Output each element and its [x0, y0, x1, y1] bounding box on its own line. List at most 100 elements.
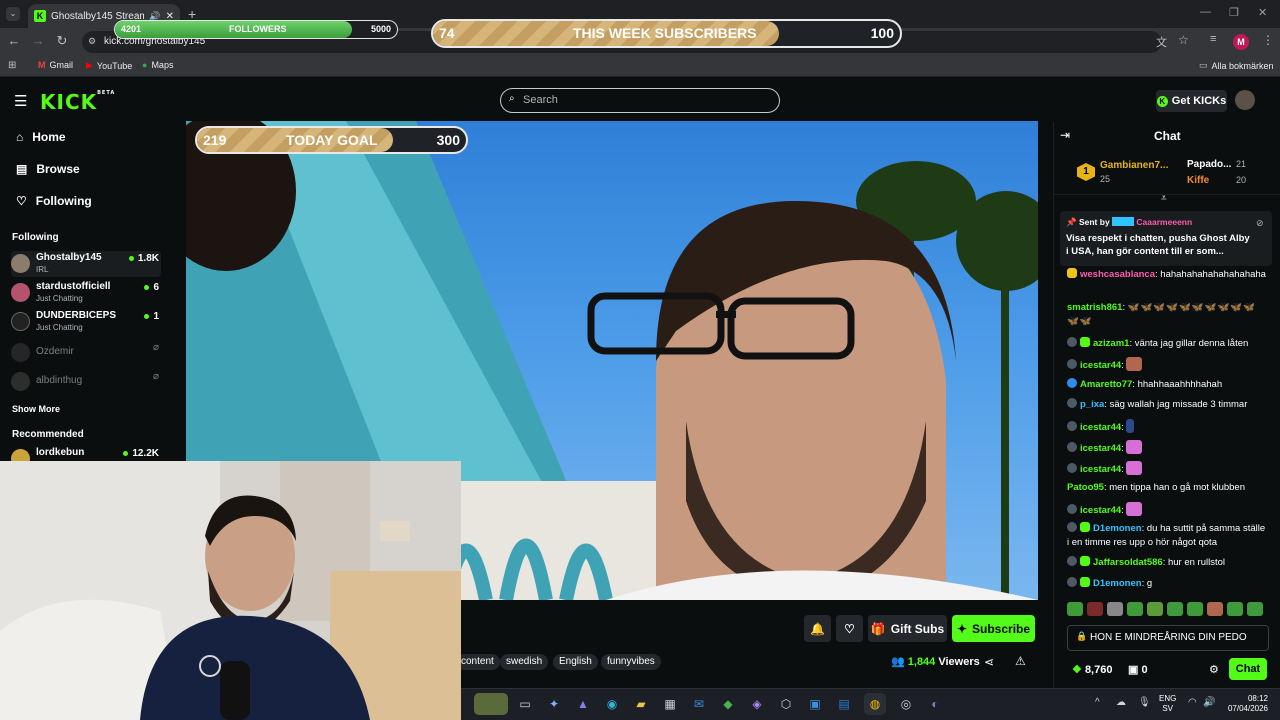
show-more-link[interactable]: Show More [12, 404, 60, 414]
edge-icon[interactable]: ◉ [601, 693, 623, 715]
language-indicator[interactable]: ENG SV [1159, 694, 1176, 714]
follow-heart-button[interactable]: ♡ [836, 615, 863, 642]
collapse-chat-icon[interactable]: ⇥ [1060, 128, 1070, 142]
wifi-icon[interactable]: ◠ [1188, 697, 1197, 708]
sidebar-home[interactable]: ⌂ Home [16, 130, 66, 144]
sidebar-browse[interactable]: ▤ Browse [16, 162, 80, 176]
avatar [11, 254, 30, 273]
kicks-icon: ❖ [1072, 664, 1082, 676]
sidebar-following[interactable]: ♡ Following [16, 194, 92, 208]
kicks-coin-icon: K [1156, 95, 1168, 107]
chat-message: D1emonen: g [1067, 577, 1267, 591]
following-channel-offline[interactable]: Ozdemir ⌀ [11, 340, 161, 366]
following-channel[interactable]: Ghostalby145 IRL 1.8K [11, 251, 161, 277]
emote [1126, 419, 1135, 433]
get-kicks-button[interactable]: K Get KICKs [1156, 90, 1227, 112]
copilot-icon[interactable]: ✦ [543, 693, 565, 715]
teams-icon[interactable]: ▲ [572, 693, 594, 715]
leader-amount: 25 [1100, 174, 1111, 184]
stream-tag[interactable]: content [455, 654, 500, 670]
avatar [11, 343, 30, 362]
star-icon: ✦ [956, 621, 968, 636]
leader-amount: 20 [1236, 175, 1247, 185]
app-icon[interactable]: ▣ [804, 693, 826, 715]
unpin-icon[interactable]: ⊘ [1256, 218, 1264, 229]
offline-icon: ⌀ [152, 342, 159, 353]
profile-avatar[interactable]: M [1233, 34, 1249, 50]
viewer-count: 👥 1,844 Viewers [891, 656, 980, 668]
bookmark-gmail[interactable]: M Gmail [38, 60, 73, 70]
viewer-count: 6 [144, 282, 159, 293]
all-bookmarks[interactable]: ▭ Alla bokmärken [1199, 60, 1274, 71]
leader-name[interactable]: Gambianen7... [1100, 160, 1168, 171]
gift-icon: 🎁 [870, 621, 886, 636]
vpn-icon[interactable]: ◆ [717, 693, 739, 715]
obs-icon[interactable]: ◎ [895, 693, 917, 715]
minimize-icon[interactable]: — [1200, 6, 1211, 18]
translate-icon[interactable]: 文 [1156, 34, 1167, 50]
tray-overflow-icon[interactable]: ^ [1095, 697, 1100, 708]
mic-icon[interactable]: 🎙 [1138, 697, 1151, 708]
hamburger-menu-icon[interactable]: ☰ [14, 92, 27, 110]
search-input[interactable]: Search [500, 88, 780, 113]
outlook-icon[interactable]: ✉ [688, 693, 710, 715]
discord-icon[interactable]: ◐ [924, 693, 946, 715]
viewer-count: 1 [144, 311, 159, 322]
following-channel-offline[interactable]: albdinthug ⌀ [11, 369, 161, 395]
clock[interactable]: 08:12 07/04/2026 [1222, 694, 1268, 714]
bookmark-star-icon[interactable]: ☆ [1178, 33, 1189, 47]
user-avatar[interactable] [1235, 90, 1255, 110]
following-channel[interactable]: DUNDERBICEPS Just Chatting 1 [11, 309, 161, 335]
chest-count[interactable]: ▣ 0 [1128, 663, 1148, 676]
kick-logo[interactable]: KICKBETA [40, 90, 115, 114]
volume-icon[interactable]: 🔊 [1203, 697, 1215, 708]
leader-name[interactable]: Papado... [1187, 159, 1231, 170]
stream-tag[interactable]: English [553, 654, 598, 670]
share-icon[interactable]: ⋖ [984, 655, 994, 669]
app-icon[interactable]: ⬡ [775, 693, 797, 715]
following-channel[interactable]: stardustofficiell Just Chatting 6 [11, 280, 161, 306]
media-control-icon[interactable]: ≡ [1210, 33, 1216, 45]
chat-input[interactable]: HON E MINDREÅRING DIN PEDO [1067, 625, 1269, 651]
chat-settings-icon[interactable]: ⚙ [1209, 663, 1219, 676]
close-window-icon[interactable]: ✕ [1258, 6, 1267, 19]
subs-goal: 100 [870, 25, 894, 41]
report-icon[interactable]: ⚠ [1015, 654, 1026, 668]
emote-quick-bar[interactable] [1067, 602, 1267, 618]
back-icon[interactable]: ← [6, 33, 22, 48]
pinned-message[interactable]: 📌 Sent by Caaarmeeenn Visa respekt i cha… [1060, 211, 1272, 266]
stream-tag[interactable]: swedish [500, 654, 549, 670]
heart-icon: ♡ [844, 621, 855, 636]
bookmark-youtube[interactable]: ▶ YouTube [86, 60, 132, 71]
onedrive-icon[interactable]: ☁ [1116, 697, 1126, 708]
gift-subs-button[interactable]: 🎁 Gift Subs [868, 615, 947, 642]
followers-label: FOLLOWERS [229, 24, 287, 34]
bookmark-maps[interactable]: ● Maps [142, 60, 173, 70]
reload-icon[interactable]: ↻ [54, 33, 70, 49]
apps-icon[interactable]: ⊞ [8, 60, 16, 71]
send-chat-button[interactable]: Chat [1229, 658, 1267, 680]
maximize-icon[interactable]: ❐ [1229, 6, 1239, 19]
leader-name[interactable]: Kiffe [1187, 175, 1209, 186]
file-explorer-icon[interactable]: ▰ [630, 693, 652, 715]
widgets-icon[interactable] [474, 693, 508, 715]
forward-icon[interactable]: → [30, 33, 46, 48]
subscribe-button[interactable]: ✦ Subscribe [952, 615, 1035, 642]
app-icon[interactable]: ▤ [833, 693, 855, 715]
chevron-down-icon[interactable]: ⩡ [1161, 193, 1167, 204]
sub-badge [1067, 268, 1077, 278]
chrome-icon[interactable]: ◍ [864, 693, 886, 715]
emote [1126, 502, 1143, 516]
browser-menu-icon[interactable]: ⋮ [1262, 33, 1274, 47]
app-icon[interactable]: ◈ [746, 693, 768, 715]
tab-search-button[interactable]: ⌄ [6, 7, 20, 21]
stream-tag[interactable]: funnyvibes [601, 654, 661, 670]
recommended-channel[interactable]: lordkebun 12.2K [11, 446, 161, 461]
store-icon[interactable]: ▦ [659, 693, 681, 715]
followers-current: 4201 [121, 24, 142, 34]
task-view-icon[interactable]: ▭ [514, 693, 536, 715]
site-info-icon[interactable]: ⚙ [88, 36, 96, 47]
bell-icon: 🔔 [810, 621, 825, 636]
notification-bell-button[interactable]: 🔔 [804, 615, 831, 642]
chest-icon: ▣ [1128, 664, 1139, 676]
